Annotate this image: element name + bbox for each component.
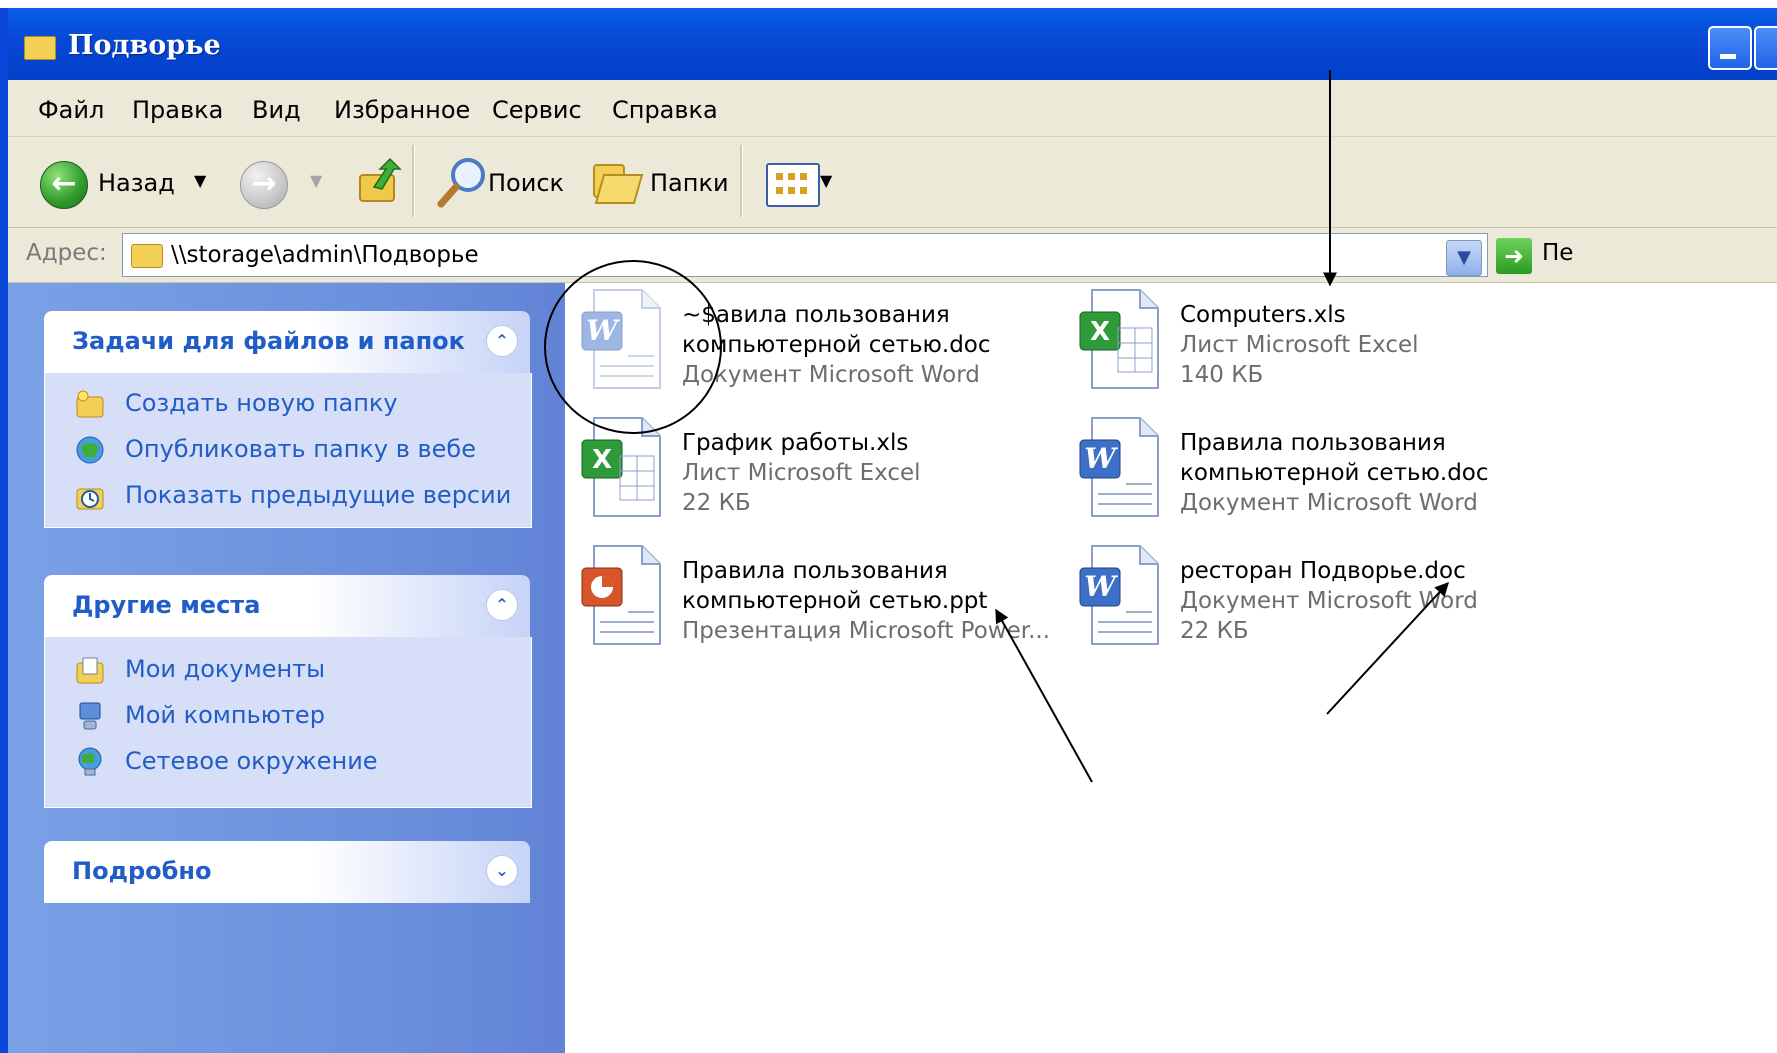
task-pane: Задачи для файлов и папок ⌃ Создать нову… xyxy=(8,283,565,1053)
file-size: 22 КБ xyxy=(1180,618,1249,644)
minimize-button[interactable] xyxy=(1708,26,1752,70)
back-dropdown-icon[interactable]: ▼ xyxy=(194,171,206,190)
toolbar-separator xyxy=(740,145,743,217)
tasks-panel-body: Создать новую папку Опубликовать папку в… xyxy=(44,373,532,528)
folders-button-label[interactable]: Папки xyxy=(650,169,729,197)
views-icon[interactable] xyxy=(766,163,820,207)
places-panel-title: Другие места xyxy=(72,591,261,619)
file-name: компьютерной сетью.ppt xyxy=(682,588,988,614)
places-panel-header[interactable]: Другие места ⌃ xyxy=(44,575,530,637)
details-panel-title: Подробно xyxy=(72,857,212,885)
menu-help[interactable]: Справка xyxy=(612,96,718,124)
file-name: компьютерной сетью.doc xyxy=(1180,460,1489,486)
tasks-panel-header[interactable]: Задачи для файлов и папок ⌃ xyxy=(44,311,530,373)
web-publish-icon xyxy=(76,436,104,464)
task-label: Показать предыдущие версии xyxy=(125,481,512,509)
title-bar[interactable]: Подворье xyxy=(8,8,1777,80)
file-name: ~$авила пользования xyxy=(682,302,950,328)
forward-dropdown-icon[interactable]: ▼ xyxy=(310,171,322,190)
place-label: Мой компьютер xyxy=(125,701,325,729)
file-type: Документ Microsoft Word xyxy=(1180,490,1478,516)
powerpoint-doc-icon xyxy=(581,545,661,645)
menu-tools[interactable]: Сервис xyxy=(492,96,582,124)
file-name: График работы.xls xyxy=(682,430,909,456)
svg-text:W: W xyxy=(586,314,620,347)
menu-file[interactable]: Файл xyxy=(38,96,104,124)
svg-text:W: W xyxy=(1084,570,1118,603)
views-dropdown-icon[interactable]: ▼ xyxy=(820,171,832,190)
network-icon xyxy=(78,747,102,776)
file-type: Документ Microsoft Word xyxy=(682,362,980,388)
window-title: Подворье xyxy=(68,30,221,61)
folder-icon xyxy=(24,36,56,60)
previous-versions-icon xyxy=(76,488,104,510)
collapse-chevron-icon[interactable]: ⌃ xyxy=(486,325,518,357)
file-size: 22 КБ xyxy=(682,490,751,516)
expand-chevron-icon[interactable]: ⌄ xyxy=(486,855,518,887)
menu-favorites[interactable]: Избранное xyxy=(334,96,470,124)
address-label: Адрес: xyxy=(26,240,107,266)
maximize-button[interactable] xyxy=(1754,26,1777,70)
new-folder-icon xyxy=(76,390,104,418)
go-arrow-icon[interactable]: ➜ xyxy=(1496,238,1532,274)
go-button-label[interactable]: Пе xyxy=(1542,240,1573,266)
folders-icon[interactable] xyxy=(592,161,646,205)
address-path: \\storage\admin\Подворье xyxy=(171,242,479,268)
file-name: компьютерной сетью.doc xyxy=(682,332,991,358)
task-label: Опубликовать папку в вебе xyxy=(125,435,476,463)
collapse-chevron-icon[interactable]: ⌃ xyxy=(486,589,518,621)
toolbar-separator xyxy=(412,145,415,217)
address-input[interactable]: \\storage\admin\Подворье xyxy=(122,233,1488,277)
svg-text:X: X xyxy=(592,445,612,475)
folder-icon xyxy=(131,244,163,268)
file-name: ресторан Подворье.doc xyxy=(1180,558,1466,584)
file-name: Правила пользования xyxy=(682,558,948,584)
menu-bar: Файл Правка Вид Избранное Сервис Справка xyxy=(8,80,1777,137)
file-type: Лист Microsoft Excel xyxy=(1180,332,1419,358)
details-panel-header[interactable]: Подробно ⌄ xyxy=(44,841,530,903)
svg-text:X: X xyxy=(1090,317,1110,347)
svg-text:W: W xyxy=(1084,442,1118,475)
my-computer-icon xyxy=(79,702,101,730)
my-documents-icon xyxy=(76,657,104,684)
window-left-border xyxy=(0,8,8,1053)
menu-edit[interactable]: Правка xyxy=(132,96,223,124)
word-doc-icon: W xyxy=(1079,545,1159,645)
word-doc-icon: W xyxy=(581,289,661,389)
file-type: Документ Microsoft Word xyxy=(1180,588,1478,614)
folder-up-icon[interactable] xyxy=(356,157,404,205)
file-name: Правила пользования xyxy=(1180,430,1446,456)
tasks-panel-title: Задачи для файлов и папок xyxy=(72,327,465,355)
word-doc-icon: W xyxy=(1079,417,1159,517)
file-size: 140 КБ xyxy=(1180,362,1264,388)
place-label: Сетевое окружение xyxy=(125,747,378,775)
explorer-window: Подворье Файл Правка Вид Избранное Серви… xyxy=(8,8,1777,1053)
excel-doc-icon: X xyxy=(581,417,661,517)
file-type: Презентация Microsoft Power... xyxy=(682,618,1051,644)
back-arrow-icon[interactable]: ← xyxy=(40,161,88,209)
menu-view[interactable]: Вид xyxy=(252,96,301,124)
places-panel-body: Мои документы Мой компьютер Сетевое окру… xyxy=(44,637,532,808)
search-icon[interactable] xyxy=(436,155,490,209)
file-name: Computers.xls xyxy=(1180,302,1346,328)
task-label: Создать новую папку xyxy=(125,389,398,417)
address-bar: Адрес: \\storage\admin\Подворье ▼ ➜ Пе xyxy=(8,228,1777,283)
back-button-label[interactable]: Назад xyxy=(98,169,175,197)
address-dropdown-icon[interactable]: ▼ xyxy=(1446,240,1482,276)
file-type: Лист Microsoft Excel xyxy=(682,460,921,486)
excel-doc-icon: X xyxy=(1079,289,1159,389)
toolbar: ← Назад ▼ → ▼ Поиск Папки ▼ xyxy=(8,137,1777,228)
forward-arrow-icon[interactable]: → xyxy=(240,161,288,209)
search-button-label[interactable]: Поиск xyxy=(488,169,564,197)
place-label: Мои документы xyxy=(125,655,326,683)
